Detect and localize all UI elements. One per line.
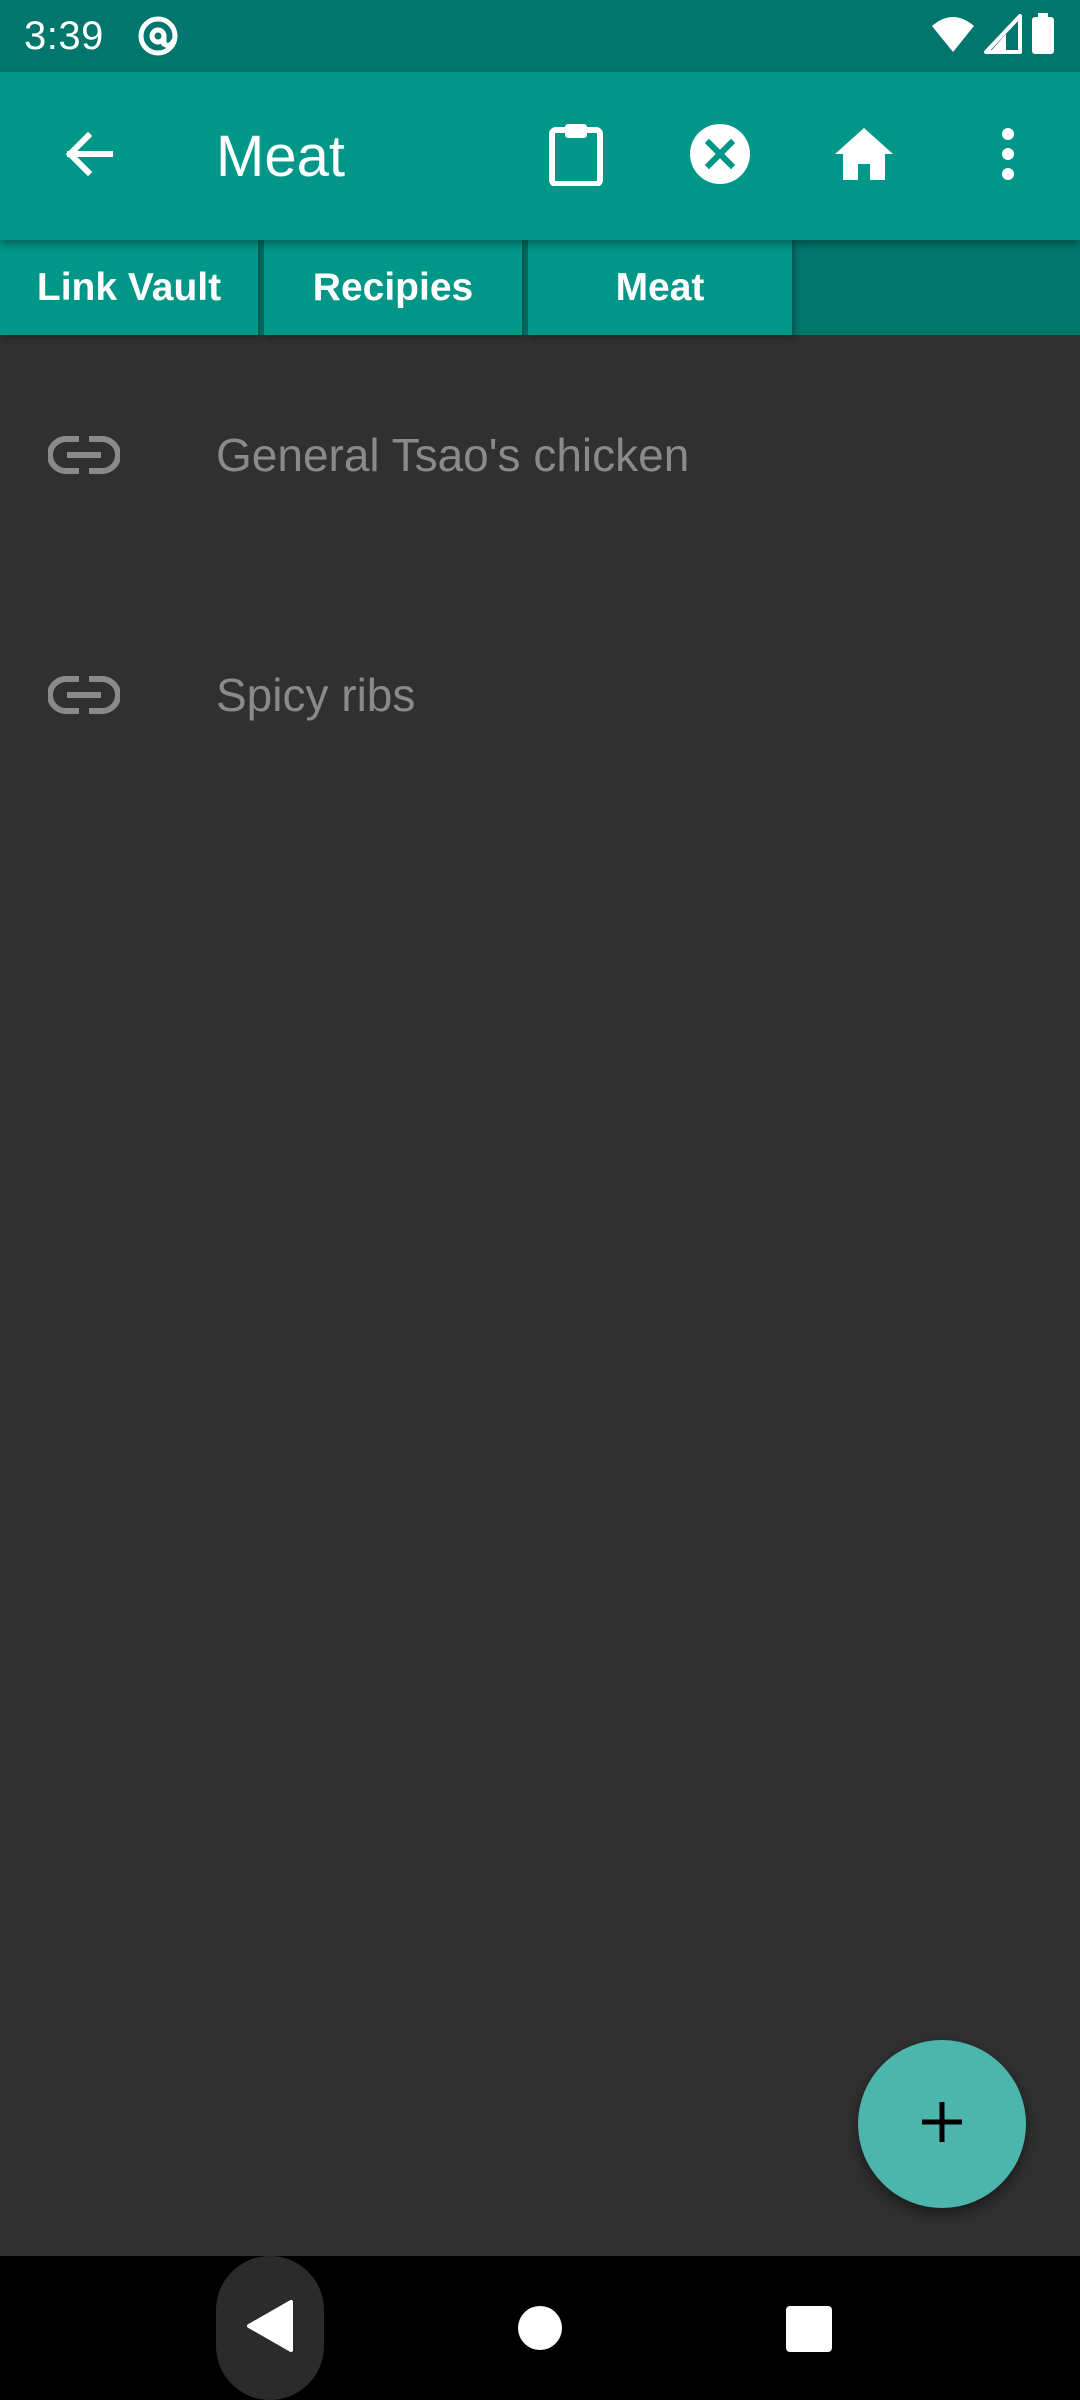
- tab-meat[interactable]: Meat: [528, 240, 792, 335]
- arrow-back-icon: [60, 126, 116, 187]
- nav-home-icon[interactable]: [518, 2306, 562, 2350]
- more-vert-icon: [1000, 126, 1016, 187]
- back-button[interactable]: [44, 112, 132, 200]
- home-icon: [833, 126, 895, 187]
- list-item[interactable]: Spicy ribs: [0, 575, 1080, 815]
- status-time: 3:39: [24, 14, 104, 58]
- signal-icon: [984, 13, 1022, 59]
- list-item-label: General Tsao's chicken: [216, 429, 690, 481]
- wifi-icon: [930, 14, 976, 59]
- app-bar: Meat: [0, 72, 1080, 240]
- status-bar: 3:39: [0, 0, 1080, 72]
- list-item[interactable]: General Tsao's chicken: [0, 335, 1080, 575]
- plus-icon: [918, 2098, 966, 2151]
- breadcrumb: Link Vault Recipies Meat: [0, 240, 1080, 335]
- clipboard-icon: [546, 122, 606, 191]
- clear-button[interactable]: [676, 112, 764, 200]
- close-circle-icon: [688, 122, 752, 191]
- clipboard-button[interactable]: [532, 112, 620, 200]
- link-icon: [47, 425, 121, 485]
- tab-link-vault[interactable]: Link Vault: [0, 240, 258, 335]
- status-icons: [930, 12, 1056, 60]
- navigation-bar: [0, 2256, 1080, 2400]
- nav-back-icon: [245, 2299, 295, 2358]
- battery-icon: [1030, 12, 1056, 60]
- list-item-label: Spicy ribs: [216, 669, 416, 721]
- nav-back-button[interactable]: [216, 2256, 324, 2400]
- more-options-button[interactable]: [964, 112, 1052, 200]
- link-icon: [47, 665, 121, 725]
- add-link-button[interactable]: [858, 2040, 1026, 2208]
- nav-recents-icon[interactable]: [786, 2306, 832, 2352]
- tab-recipies[interactable]: Recipies: [264, 240, 522, 335]
- at-sign-icon: [136, 14, 180, 58]
- page-title: Meat: [216, 124, 345, 189]
- home-button[interactable]: [820, 112, 908, 200]
